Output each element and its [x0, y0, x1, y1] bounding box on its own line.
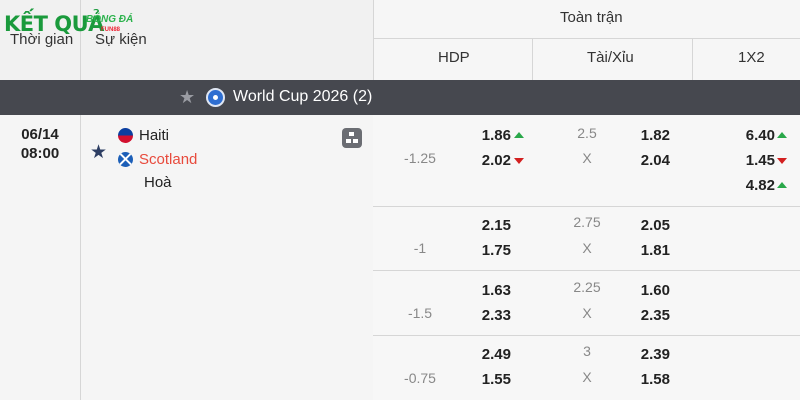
hdp-home-odd[interactable]: 1.86 [461, 127, 511, 144]
ou-under-label: X [582, 240, 592, 256]
world-cup-icon [206, 88, 225, 107]
hdp-line: -1.25 [404, 150, 436, 166]
ou-over-odd[interactable]: 1.82 [620, 127, 670, 144]
ou-under-odd[interactable]: 1.81 [620, 242, 670, 259]
away-team[interactable]: Scotland [139, 151, 197, 168]
favorite-star-icon[interactable]: ★ [90, 141, 107, 164]
hdp-column-header[interactable]: HDP [438, 49, 470, 66]
league-bar[interactable] [0, 80, 800, 115]
ou-over-odd[interactable]: 2.05 [620, 217, 670, 234]
logo-subtitle: BÓNG ĐÁ [86, 14, 134, 25]
divider [373, 38, 800, 39]
1x2-away-odd[interactable]: 1.45 [725, 152, 775, 169]
1x2-draw-odd[interactable]: 4.82 [725, 177, 775, 194]
ou-line: 3 [583, 343, 591, 359]
ou-under-odd[interactable]: 2.35 [620, 307, 670, 324]
hdp-away-odd[interactable]: 2.02 [461, 152, 511, 169]
1x2-column-header[interactable]: 1X2 [738, 49, 765, 66]
hdp-line: -1.5 [407, 305, 433, 321]
arrow-up-icon [777, 132, 787, 138]
match-time: 08:00 [20, 145, 60, 162]
stats-icon [353, 139, 358, 143]
draw-label: Hoà [144, 174, 172, 191]
stats-icon [346, 139, 351, 143]
hdp-home-odd[interactable]: 1.63 [461, 282, 511, 299]
league-name[interactable]: World Cup 2026 (2) [233, 88, 372, 106]
divider [80, 115, 81, 400]
scotland-flag-icon [118, 152, 133, 167]
logo-tag: FUN88 [101, 27, 121, 33]
hdp-home-odd[interactable]: 2.15 [461, 217, 511, 234]
ou-under-label: X [582, 150, 592, 166]
ou-under-label: X [582, 305, 592, 321]
hdp-away-odd[interactable]: 1.55 [461, 371, 511, 388]
ou-line: 2.5 [577, 125, 597, 141]
hdp-line: -1 [413, 240, 427, 256]
ou-under-odd[interactable]: 1.58 [620, 371, 670, 388]
arrow-up-icon [514, 132, 524, 138]
divider [692, 38, 693, 80]
stats-button[interactable] [342, 128, 362, 148]
divider [373, 335, 800, 336]
divider [532, 38, 533, 80]
arrow-down-icon [777, 158, 787, 164]
hdp-line: -0.75 [404, 370, 436, 386]
over-under-column-header[interactable]: Tài/Xỉu [587, 49, 634, 66]
1x2-home-odd[interactable]: 6.40 [725, 127, 775, 144]
hdp-away-odd[interactable]: 2.33 [461, 307, 511, 324]
hdp-home-odd[interactable]: 2.49 [461, 346, 511, 363]
arrow-up-icon [777, 182, 787, 188]
ou-over-odd[interactable]: 2.39 [620, 346, 670, 363]
ou-over-odd[interactable]: 1.60 [620, 282, 670, 299]
home-team[interactable]: Haiti [139, 127, 169, 144]
divider [373, 270, 800, 271]
star-icon[interactable]: ★ [179, 87, 195, 108]
full-match-header: Toàn trận [560, 9, 623, 26]
ou-line: 2.25 [573, 279, 601, 295]
stats-icon [349, 132, 354, 136]
haiti-flag-icon [118, 128, 133, 143]
ou-under-label: X [582, 369, 592, 385]
ou-line: 2.75 [573, 214, 601, 230]
arrow-down-icon [514, 158, 524, 164]
ou-under-odd[interactable]: 2.04 [620, 152, 670, 169]
divider [373, 206, 800, 207]
match-date: 06/14 [21, 126, 59, 143]
hdp-away-odd[interactable]: 1.75 [461, 242, 511, 259]
